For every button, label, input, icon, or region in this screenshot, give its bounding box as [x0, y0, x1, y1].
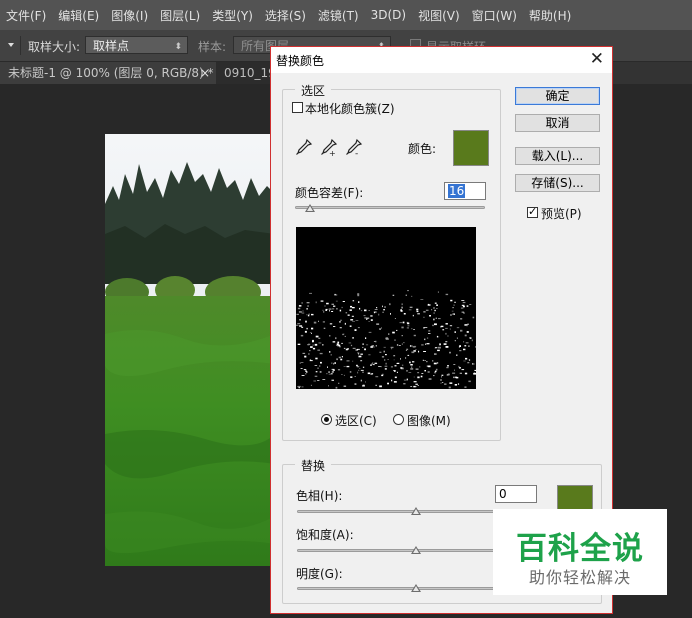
hue-label: 色相(H):	[296, 489, 343, 503]
menu-bar: 文件(F) 编辑(E) 图像(I) 图层(L) 类型(Y) 选择(S) 滤镜(T…	[0, 0, 692, 30]
eyedropper-icon[interactable]	[295, 138, 313, 156]
svg-text:-: -	[355, 149, 358, 156]
localized-clusters-checkbox[interactable]	[292, 102, 303, 113]
menu-view[interactable]: 视图(V)	[412, 7, 466, 24]
fuzziness-slider-track[interactable]	[295, 206, 485, 209]
sample-label: 样本:	[198, 40, 227, 54]
tab-label: 未标题-1 @ 100% (图层 0, RGB/8) *	[8, 66, 214, 80]
close-icon[interactable]: ✕	[590, 49, 604, 69]
result-color-swatch[interactable]	[557, 485, 593, 511]
sample-size-value: 取样点	[93, 39, 130, 53]
fuzziness-slider-thumb[interactable]	[305, 204, 316, 212]
menu-file[interactable]: 文件(F)	[0, 7, 52, 24]
fuzziness-input[interactable]: 16	[444, 182, 486, 200]
tab-document-1[interactable]: 未标题-1 @ 100% (图层 0, RGB/8) * ×	[0, 62, 216, 84]
fuzziness-label: 颜色容差(F):	[295, 186, 364, 200]
radio-selection-label: 选区(C)	[335, 414, 377, 428]
document-image[interactable]	[105, 134, 275, 566]
menu-3d[interactable]: 3D(D)	[365, 8, 412, 22]
sample-size-label: 取样大小:	[28, 40, 81, 54]
eyedropper-minus-icon[interactable]: -	[345, 138, 363, 156]
preview-label: 预览(P)	[541, 207, 582, 221]
menu-type[interactable]: 类型(Y)	[206, 7, 259, 24]
svg-text:+: +	[329, 149, 336, 156]
hue-input[interactable]: 0	[495, 485, 537, 503]
watermark-subtitle: 助你轻松解决	[528, 568, 631, 587]
radio-image[interactable]	[393, 414, 404, 425]
lightness-slider-thumb[interactable]	[411, 584, 421, 592]
lightness-label: 明度(G):	[296, 567, 343, 581]
preview-checkbox[interactable]	[527, 205, 538, 218]
sample-size-select[interactable]: 取样点 ⬍	[85, 36, 188, 54]
menu-select[interactable]: 选择(S)	[259, 7, 312, 24]
saturation-label: 饱和度(A):	[296, 528, 354, 542]
cancel-button[interactable]: 取消	[515, 114, 600, 132]
radio-selection[interactable]	[321, 414, 332, 425]
menu-edit[interactable]: 编辑(E)	[52, 7, 105, 24]
menu-filter[interactable]: 滤镜(T)	[312, 7, 365, 24]
eyedropper-plus-icon[interactable]: +	[320, 138, 338, 156]
hue-slider-thumb[interactable]	[411, 507, 421, 515]
menu-layer[interactable]: 图层(L)	[154, 7, 206, 24]
radio-image-label: 图像(M)	[407, 414, 451, 428]
selection-mask-preview[interactable]	[296, 227, 476, 389]
dialog-title: 替换颜色	[276, 54, 325, 68]
load-button[interactable]: 载入(L)...	[515, 147, 600, 165]
chevron-updown-icon: ⬍	[174, 42, 182, 52]
replacement-group-legend: 替换	[295, 457, 332, 474]
ok-button[interactable]: 确定	[515, 87, 600, 105]
menu-window[interactable]: 窗口(W)	[466, 7, 523, 24]
saturation-slider-thumb[interactable]	[411, 546, 421, 554]
hue-value: 0	[499, 487, 507, 501]
save-button[interactable]: 存储(S)...	[515, 174, 600, 192]
menu-image[interactable]: 图像(I)	[105, 7, 154, 24]
selection-group-legend: 选区	[295, 82, 332, 99]
menu-help[interactable]: 帮助(H)	[523, 7, 577, 24]
watermark: 百科全说 助你轻松解决	[493, 509, 667, 595]
selection-group: 选区 本地化颜色簇(Z) + - 颜色: 颜色容差(F): 16 选区(C) 图…	[282, 82, 501, 441]
watermark-title: 百科全说	[516, 531, 644, 567]
divider	[20, 36, 21, 55]
close-tab-icon[interactable]: ×	[200, 62, 210, 84]
dialog-titlebar[interactable]: 替换颜色 ✕	[271, 47, 612, 73]
fuzziness-value: 16	[448, 184, 466, 198]
tool-preset-dropdown-icon[interactable]	[8, 43, 14, 47]
localized-clusters-label: 本地化颜色簇(Z)	[305, 102, 395, 116]
color-label: 颜色:	[408, 142, 437, 156]
selection-color-swatch[interactable]	[453, 130, 489, 166]
